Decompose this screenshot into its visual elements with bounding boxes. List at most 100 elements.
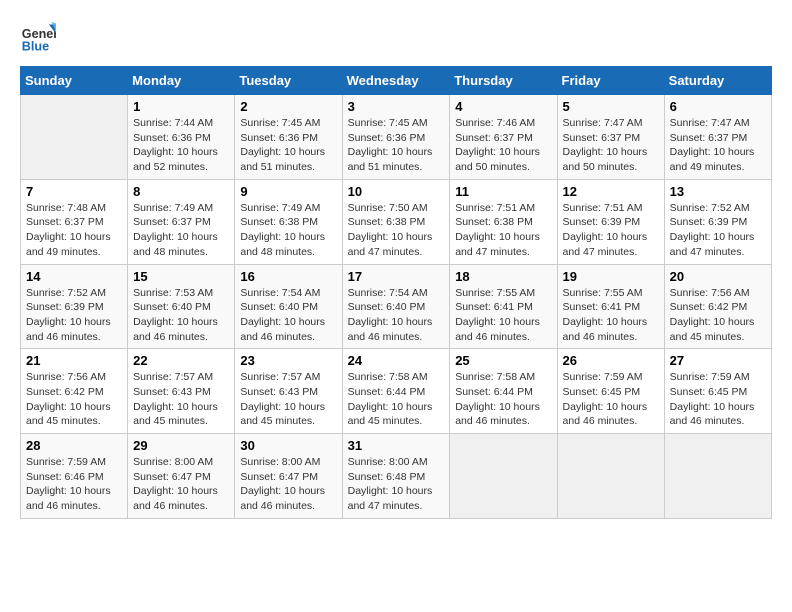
calendar-cell: 14 Sunrise: 7:52 AM Sunset: 6:39 PM Dayl… [21, 264, 128, 349]
day-info: Sunrise: 7:58 AM Sunset: 6:44 PM Dayligh… [348, 370, 445, 429]
calendar-cell: 3 Sunrise: 7:45 AM Sunset: 6:36 PM Dayli… [342, 95, 450, 180]
calendar-cell [21, 95, 128, 180]
calendar-cell: 28 Sunrise: 7:59 AM Sunset: 6:46 PM Dayl… [21, 434, 128, 519]
day-info: Sunrise: 7:50 AM Sunset: 6:38 PM Dayligh… [348, 201, 445, 260]
day-number: 31 [348, 438, 445, 453]
calendar-cell: 12 Sunrise: 7:51 AM Sunset: 6:39 PM Dayl… [557, 179, 664, 264]
day-number: 28 [26, 438, 122, 453]
day-info: Sunrise: 7:55 AM Sunset: 6:41 PM Dayligh… [563, 286, 659, 345]
calendar-cell: 19 Sunrise: 7:55 AM Sunset: 6:41 PM Dayl… [557, 264, 664, 349]
day-info: Sunrise: 7:58 AM Sunset: 6:44 PM Dayligh… [455, 370, 551, 429]
calendar-cell: 10 Sunrise: 7:50 AM Sunset: 6:38 PM Dayl… [342, 179, 450, 264]
calendar-cell [557, 434, 664, 519]
calendar-cell: 31 Sunrise: 8:00 AM Sunset: 6:48 PM Dayl… [342, 434, 450, 519]
calendar-cell: 25 Sunrise: 7:58 AM Sunset: 6:44 PM Dayl… [450, 349, 557, 434]
calendar-week-row: 28 Sunrise: 7:59 AM Sunset: 6:46 PM Dayl… [21, 434, 772, 519]
day-number: 4 [455, 99, 551, 114]
day-info: Sunrise: 7:46 AM Sunset: 6:37 PM Dayligh… [455, 116, 551, 175]
day-info: Sunrise: 7:49 AM Sunset: 6:38 PM Dayligh… [240, 201, 336, 260]
weekday-header: Friday [557, 67, 664, 95]
day-info: Sunrise: 7:47 AM Sunset: 6:37 PM Dayligh… [563, 116, 659, 175]
calendar-cell: 13 Sunrise: 7:52 AM Sunset: 6:39 PM Dayl… [664, 179, 771, 264]
calendar-cell: 1 Sunrise: 7:44 AM Sunset: 6:36 PM Dayli… [128, 95, 235, 180]
day-info: Sunrise: 7:52 AM Sunset: 6:39 PM Dayligh… [670, 201, 766, 260]
calendar-week-row: 7 Sunrise: 7:48 AM Sunset: 6:37 PM Dayli… [21, 179, 772, 264]
calendar-cell: 7 Sunrise: 7:48 AM Sunset: 6:37 PM Dayli… [21, 179, 128, 264]
calendar-table: SundayMondayTuesdayWednesdayThursdayFrid… [20, 66, 772, 519]
day-info: Sunrise: 7:45 AM Sunset: 6:36 PM Dayligh… [240, 116, 336, 175]
weekday-header: Tuesday [235, 67, 342, 95]
calendar-cell: 11 Sunrise: 7:51 AM Sunset: 6:38 PM Dayl… [450, 179, 557, 264]
day-number: 12 [563, 184, 659, 199]
calendar-cell: 8 Sunrise: 7:49 AM Sunset: 6:37 PM Dayli… [128, 179, 235, 264]
day-number: 9 [240, 184, 336, 199]
weekday-header-row: SundayMondayTuesdayWednesdayThursdayFrid… [21, 67, 772, 95]
day-info: Sunrise: 8:00 AM Sunset: 6:47 PM Dayligh… [240, 455, 336, 514]
day-info: Sunrise: 7:54 AM Sunset: 6:40 PM Dayligh… [240, 286, 336, 345]
weekday-header: Saturday [664, 67, 771, 95]
calendar-cell: 18 Sunrise: 7:55 AM Sunset: 6:41 PM Dayl… [450, 264, 557, 349]
day-info: Sunrise: 7:56 AM Sunset: 6:42 PM Dayligh… [670, 286, 766, 345]
weekday-header: Wednesday [342, 67, 450, 95]
day-info: Sunrise: 7:54 AM Sunset: 6:40 PM Dayligh… [348, 286, 445, 345]
day-number: 26 [563, 353, 659, 368]
calendar-cell: 4 Sunrise: 7:46 AM Sunset: 6:37 PM Dayli… [450, 95, 557, 180]
calendar-cell: 26 Sunrise: 7:59 AM Sunset: 6:45 PM Dayl… [557, 349, 664, 434]
svg-text:Blue: Blue [22, 40, 49, 54]
calendar-cell: 6 Sunrise: 7:47 AM Sunset: 6:37 PM Dayli… [664, 95, 771, 180]
day-number: 30 [240, 438, 336, 453]
calendar-cell: 2 Sunrise: 7:45 AM Sunset: 6:36 PM Dayli… [235, 95, 342, 180]
weekday-header: Monday [128, 67, 235, 95]
calendar-cell: 17 Sunrise: 7:54 AM Sunset: 6:40 PM Dayl… [342, 264, 450, 349]
calendar-week-row: 14 Sunrise: 7:52 AM Sunset: 6:39 PM Dayl… [21, 264, 772, 349]
day-info: Sunrise: 7:59 AM Sunset: 6:45 PM Dayligh… [563, 370, 659, 429]
calendar-cell: 15 Sunrise: 7:53 AM Sunset: 6:40 PM Dayl… [128, 264, 235, 349]
calendar-cell: 23 Sunrise: 7:57 AM Sunset: 6:43 PM Dayl… [235, 349, 342, 434]
day-info: Sunrise: 7:59 AM Sunset: 6:46 PM Dayligh… [26, 455, 122, 514]
day-info: Sunrise: 8:00 AM Sunset: 6:47 PM Dayligh… [133, 455, 229, 514]
day-info: Sunrise: 7:52 AM Sunset: 6:39 PM Dayligh… [26, 286, 122, 345]
calendar-cell: 27 Sunrise: 7:59 AM Sunset: 6:45 PM Dayl… [664, 349, 771, 434]
calendar-cell: 20 Sunrise: 7:56 AM Sunset: 6:42 PM Dayl… [664, 264, 771, 349]
day-info: Sunrise: 7:44 AM Sunset: 6:36 PM Dayligh… [133, 116, 229, 175]
calendar-week-row: 21 Sunrise: 7:56 AM Sunset: 6:42 PM Dayl… [21, 349, 772, 434]
day-number: 27 [670, 353, 766, 368]
day-info: Sunrise: 7:48 AM Sunset: 6:37 PM Dayligh… [26, 201, 122, 260]
day-number: 8 [133, 184, 229, 199]
calendar-cell [450, 434, 557, 519]
calendar-cell: 22 Sunrise: 7:57 AM Sunset: 6:43 PM Dayl… [128, 349, 235, 434]
day-number: 10 [348, 184, 445, 199]
day-number: 7 [26, 184, 122, 199]
calendar-cell: 16 Sunrise: 7:54 AM Sunset: 6:40 PM Dayl… [235, 264, 342, 349]
calendar-week-row: 1 Sunrise: 7:44 AM Sunset: 6:36 PM Dayli… [21, 95, 772, 180]
day-info: Sunrise: 8:00 AM Sunset: 6:48 PM Dayligh… [348, 455, 445, 514]
day-info: Sunrise: 7:57 AM Sunset: 6:43 PM Dayligh… [240, 370, 336, 429]
calendar-cell [664, 434, 771, 519]
day-info: Sunrise: 7:45 AM Sunset: 6:36 PM Dayligh… [348, 116, 445, 175]
day-number: 22 [133, 353, 229, 368]
day-number: 25 [455, 353, 551, 368]
day-number: 24 [348, 353, 445, 368]
day-number: 17 [348, 269, 445, 284]
day-info: Sunrise: 7:49 AM Sunset: 6:37 PM Dayligh… [133, 201, 229, 260]
page-header: General Blue [20, 20, 772, 56]
day-info: Sunrise: 7:57 AM Sunset: 6:43 PM Dayligh… [133, 370, 229, 429]
logo-icon: General Blue [20, 20, 56, 56]
day-number: 5 [563, 99, 659, 114]
day-number: 18 [455, 269, 551, 284]
day-number: 1 [133, 99, 229, 114]
day-number: 23 [240, 353, 336, 368]
day-number: 16 [240, 269, 336, 284]
calendar-cell: 5 Sunrise: 7:47 AM Sunset: 6:37 PM Dayli… [557, 95, 664, 180]
calendar-cell: 24 Sunrise: 7:58 AM Sunset: 6:44 PM Dayl… [342, 349, 450, 434]
day-info: Sunrise: 7:53 AM Sunset: 6:40 PM Dayligh… [133, 286, 229, 345]
day-info: Sunrise: 7:56 AM Sunset: 6:42 PM Dayligh… [26, 370, 122, 429]
day-info: Sunrise: 7:55 AM Sunset: 6:41 PM Dayligh… [455, 286, 551, 345]
weekday-header: Sunday [21, 67, 128, 95]
calendar-cell: 9 Sunrise: 7:49 AM Sunset: 6:38 PM Dayli… [235, 179, 342, 264]
day-number: 20 [670, 269, 766, 284]
day-number: 15 [133, 269, 229, 284]
logo: General Blue [20, 20, 56, 56]
calendar-cell: 30 Sunrise: 8:00 AM Sunset: 6:47 PM Dayl… [235, 434, 342, 519]
day-number: 6 [670, 99, 766, 114]
